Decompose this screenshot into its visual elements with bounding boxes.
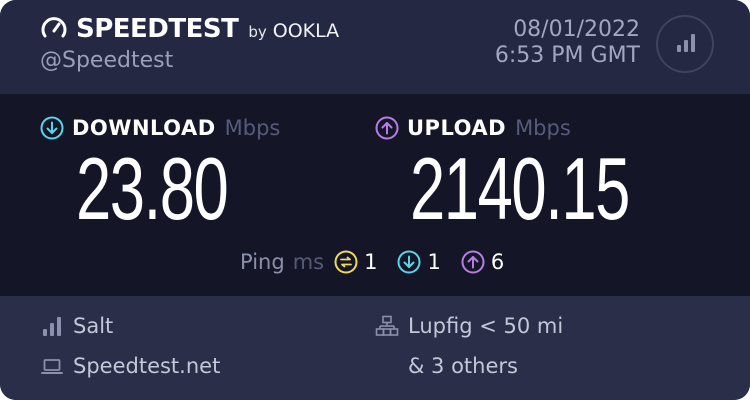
- download-label: DOWNLOAD Mbps: [40, 116, 280, 140]
- upload-arrow-icon: [375, 116, 399, 140]
- server-others: & 3 others: [408, 354, 518, 378]
- speed-metrics: DOWNLOAD Mbps 23.80 UPLOAD Mbps 2140.15 …: [0, 94, 750, 296]
- test-date: 08/01/2022: [513, 17, 640, 42]
- download-unit: Mbps: [224, 116, 281, 140]
- twitter-handle[interactable]: @Speedtest: [40, 48, 173, 73]
- download-title: DOWNLOAD: [72, 116, 216, 140]
- brand-name: SPEEDTEST: [76, 14, 239, 44]
- result-header: SPEEDTEST by OOKLA @Speedtest 08/01/2022…: [0, 0, 750, 94]
- ping-unit: ms: [292, 250, 325, 274]
- speedtest-logo: SPEEDTEST by OOKLA: [40, 14, 339, 44]
- ping-download-value: 1: [427, 250, 441, 274]
- others-row: & 3 others: [408, 354, 518, 378]
- download-value: 23.80: [76, 139, 229, 238]
- server-name: Lupfig < 50 mi: [408, 314, 564, 338]
- download-latency-icon: [397, 250, 421, 274]
- isp-name: Salt: [73, 314, 114, 338]
- connection-info: Salt Speedtest.net Lupfig < 50 mi & 3 ot…: [0, 296, 750, 400]
- isp-row: Salt: [40, 314, 113, 338]
- site-name[interactable]: Speedtest.net: [73, 354, 220, 378]
- signal-bars-icon: [43, 317, 61, 336]
- upload-latency-icon: [461, 250, 485, 274]
- server-row: Lupfig < 50 mi: [375, 314, 563, 338]
- ping-row: Ping ms 1 1 6: [240, 250, 524, 274]
- laptop-icon: [41, 359, 63, 374]
- upload-label: UPLOAD Mbps: [375, 116, 571, 140]
- ping-upload-value: 6: [490, 250, 505, 274]
- upload-value: 2140.15: [410, 139, 630, 238]
- test-time: 6:53 PM GMT: [494, 43, 640, 68]
- upload-title: UPLOAD: [407, 116, 507, 140]
- test-datetime: 08/01/2022 6:53 PM GMT: [495, 17, 640, 69]
- ping-idle-value: 1: [364, 250, 378, 274]
- brand-partner: OOKLA: [272, 20, 340, 42]
- results-button[interactable]: [656, 15, 714, 73]
- speedometer-icon: [41, 17, 67, 38]
- speedtest-result-card: SPEEDTEST by OOKLA @Speedtest 08/01/2022…: [0, 0, 750, 400]
- download-arrow-icon: [40, 116, 64, 140]
- server-network-icon: [375, 315, 399, 336]
- ping-label: Ping: [240, 250, 285, 274]
- brand-by: by: [248, 23, 267, 41]
- upload-unit: Mbps: [515, 116, 571, 140]
- site-row: Speedtest.net: [40, 354, 220, 378]
- idle-latency-icon: [334, 250, 358, 274]
